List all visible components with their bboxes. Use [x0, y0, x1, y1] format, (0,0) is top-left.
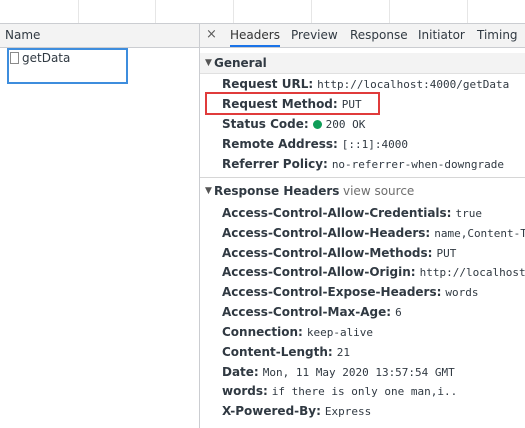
general-row: Request URL: http://localhost:4000/getDat…: [222, 75, 525, 93]
timeline-tick: [233, 0, 234, 23]
timeline-tick: [311, 0, 312, 23]
timeline-tick: [467, 0, 468, 23]
response-headers-title: Response Headers: [214, 184, 340, 198]
header-key: Request URL:: [222, 77, 314, 91]
triangle-down-icon: ▼: [205, 58, 212, 68]
header-key: Content-Length:: [222, 345, 333, 359]
tab-response[interactable]: Response: [350, 24, 408, 46]
response-header-row: Access-Control-Expose-Headers: words: [222, 283, 525, 301]
highlight-box-blue: [7, 48, 128, 84]
header-value: http://localhost:300: [419, 266, 525, 279]
header-key: Connection:: [222, 325, 303, 339]
response-header-row: Access-Control-Allow-Headers: name,Conten…: [222, 224, 525, 242]
timeline-strip: [0, 0, 525, 24]
general-title: General: [214, 56, 267, 70]
header-key: Access-Control-Expose-Headers:: [222, 285, 442, 299]
header-value: Express: [324, 405, 372, 418]
tab-timing[interactable]: Timing: [477, 24, 518, 46]
name-column-header[interactable]: Name: [0, 24, 199, 48]
general-row: Remote Address: [::1]:4000: [222, 135, 525, 153]
details-panel: × Headers Preview Response Initiator Tim…: [200, 24, 525, 428]
timeline-tick: [155, 0, 156, 23]
general-row: Referrer Policy: no-referrer-when-downgra…: [222, 155, 525, 173]
header-key: X-Powered-By:: [222, 404, 321, 418]
response-header-row: Content-Length: 21: [222, 343, 525, 361]
section-divider: [200, 177, 525, 178]
response-header-row: Access-Control-Allow-Credentials: true: [222, 204, 525, 222]
status-ok-icon: [312, 120, 322, 129]
response-header-row: Access-Control-Allow-Methods: PUT: [222, 244, 525, 262]
header-value: 200 OK: [325, 118, 366, 131]
header-value: 6: [395, 306, 402, 319]
header-value: if there is only one man,i..: [271, 385, 458, 398]
header-key: Referrer Policy:: [222, 157, 328, 171]
general-row: Status Code: 200 OK: [222, 115, 525, 133]
tab-headers[interactable]: Headers: [230, 24, 280, 47]
timeline-tick: [78, 0, 79, 23]
header-key: Access-Control-Allow-Methods:: [222, 246, 433, 260]
highlight-box-red: [205, 92, 380, 115]
close-icon[interactable]: ×: [206, 24, 217, 46]
header-value: words: [445, 286, 479, 299]
header-key: Access-Control-Allow-Credentials:: [222, 206, 452, 220]
header-value: [::1]:4000: [341, 138, 409, 151]
header-value: Mon, 11 May 2020 13:57:54 GMT: [262, 366, 455, 379]
response-header-row: Connection: keep-alive: [222, 323, 525, 341]
header-key: Access-Control-Allow-Origin:: [222, 265, 416, 279]
request-list-panel: Name getData: [0, 24, 200, 428]
response-header-row: X-Powered-By: Express: [222, 402, 525, 420]
general-section-header[interactable]: ▼ General: [200, 53, 525, 74]
header-key: Access-Control-Max-Age:: [222, 305, 392, 319]
response-headers-section-header[interactable]: ▼ Response Headers view source: [200, 181, 525, 201]
view-source-link[interactable]: view source: [343, 181, 414, 201]
response-header-row: Access-Control-Allow-Origin: http://local…: [222, 263, 525, 281]
header-key: Access-Control-Allow-Headers:: [222, 226, 431, 240]
header-value: http://localhost:4000/getData: [317, 78, 510, 91]
tab-initiator[interactable]: Initiator: [418, 24, 465, 46]
header-value: no-referrer-when-downgrade: [331, 158, 504, 171]
response-header-row: Date: Mon, 11 May 2020 13:57:54 GMT: [222, 363, 525, 381]
header-value: 21: [336, 346, 350, 359]
header-value: keep-alive: [306, 326, 374, 339]
timeline-tick: [389, 0, 390, 23]
triangle-down-icon: ▼: [205, 186, 212, 196]
response-header-row: Access-Control-Max-Age: 6: [222, 303, 525, 321]
header-key: Remote Address:: [222, 137, 338, 151]
response-header-row: words: if there is only one man,i..: [222, 382, 525, 400]
header-value: PUT: [436, 247, 457, 260]
header-key: Date:: [222, 365, 259, 379]
tab-preview[interactable]: Preview: [291, 24, 338, 46]
header-key: Status Code:: [222, 117, 309, 131]
details-tabbar: × Headers Preview Response Initiator Tim…: [200, 24, 525, 48]
header-value: name,Content-Type: [434, 227, 525, 240]
header-key: words:: [222, 384, 268, 398]
header-value: true: [455, 207, 482, 220]
